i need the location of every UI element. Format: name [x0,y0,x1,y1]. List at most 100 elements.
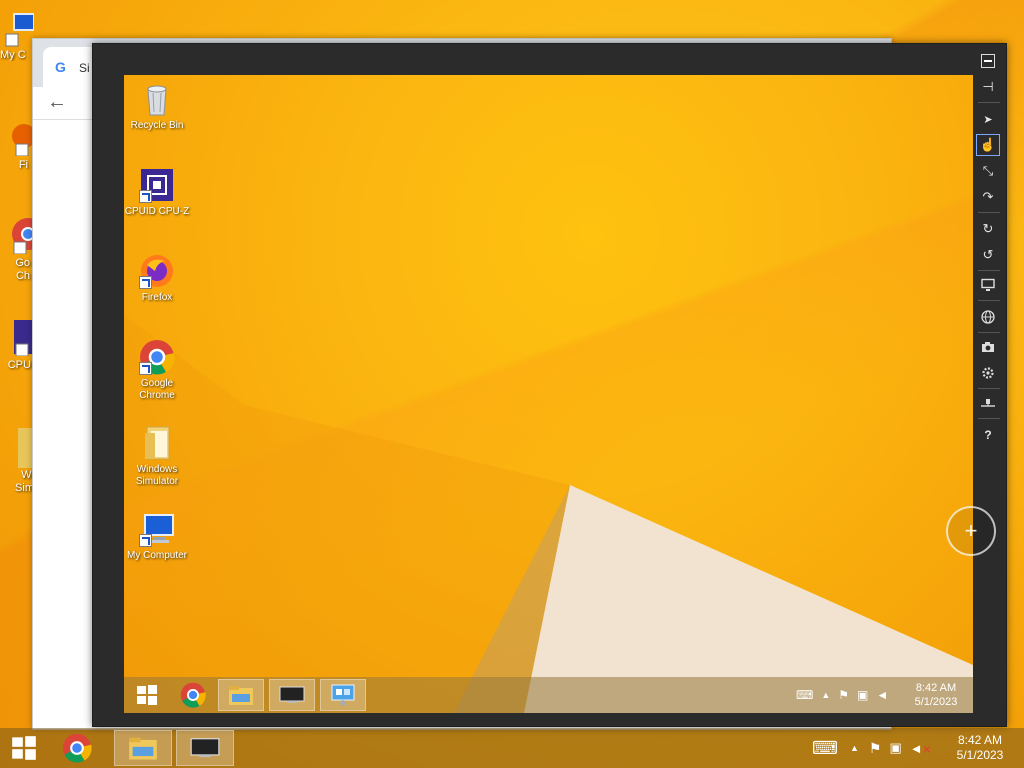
pinch-icon: ⤡ [982,163,994,178]
simulator-window: Recycle Bin CPUID CPU-Z Firefox Google C… [92,43,1007,727]
desktop-icon-chrome[interactable]: Google Chrome [124,339,190,402]
zoom-control-button[interactable]: + [946,506,996,556]
plus-icon: + [964,518,978,543]
host-icon-firefox[interactable]: Fi [0,122,34,171]
screenshot-tool[interactable] [976,336,1000,358]
desktop-icon-firefox[interactable]: Firefox [124,253,190,304]
rotate-counterclockwise-icon: ↺ [982,247,994,262]
desktop-icon-label: Windows Simulator [135,464,179,487]
folder-icon [139,425,175,461]
touch-mode-tool[interactable]: ☝ [976,134,1000,156]
desktop-icon-recycle-bin[interactable]: Recycle Bin [124,81,190,132]
keyboard-icon[interactable]: ⌨ [812,738,838,759]
help-tool[interactable]: ? [976,424,1000,446]
host-taskbar-chrome-button[interactable] [50,730,104,766]
desktop-icon-label: Recycle Bin [130,120,184,131]
mouse-mode-tool[interactable]: ➤ [976,108,1000,130]
gear-icon [982,367,994,379]
simulator-taskbar: ⌨ ▲ ⚑ ▣ ◄ 8:42 AM 5/1/2023 [124,677,973,713]
recycle-bin-icon [139,81,175,117]
host-icon-label: Fi [18,159,28,171]
simulator-clock[interactable]: 8:42 AM 5/1/2023 [910,681,962,709]
pin-icon: ⊣ [982,79,994,94]
host-icon-windows-simulator[interactable]: Wi Sim [0,424,34,495]
host-taskbar-file-explorer-button[interactable] [114,730,172,766]
file-explorer-icon [229,686,253,705]
start-button[interactable] [124,679,170,711]
minimize-icon [981,54,995,68]
taskbar-file-explorer-button[interactable] [218,679,264,711]
chrome-icon [62,733,92,763]
file-explorer-icon [129,737,157,760]
rotate-tool[interactable]: ↷ [976,186,1000,208]
pin-tool[interactable]: ⊣ [976,76,1000,98]
cpuz-icon [14,320,34,357]
network-tool[interactable] [976,392,1000,414]
firefox-icon [139,253,175,289]
chrome-tab-title: Si [79,61,90,75]
desktop-icon-label: Firefox [141,292,173,303]
windows-logo-icon [137,685,157,705]
firefox-icon [12,124,34,157]
flag-icon[interactable]: ⚑ [869,740,882,757]
network-icon [981,399,995,407]
desktop-icon-label: My Computer [126,550,187,561]
remote-desktop-icon [331,684,355,706]
flag-icon[interactable]: ⚑ [838,688,849,702]
keyboard-icon[interactable]: ⌨ [796,688,813,702]
computer-icon [5,13,34,47]
desktop-icon-cpuz[interactable]: CPUID CPU-Z [124,167,190,218]
simulator-system-tray: ⌨ ▲ ⚑ ▣ ◄ [792,677,892,713]
rotate-counterclockwise-tool[interactable]: ↺ [976,244,1000,266]
settings-tool[interactable] [976,362,1000,384]
host-clock[interactable]: 8:42 AM 5/1/2023 [950,733,1010,763]
chrome-icon [180,682,206,708]
rotate-gesture-icon: ↷ [982,189,994,204]
host-icon-label: Go Ch [15,257,30,282]
cursor-arrow-icon: ➤ [983,113,993,126]
computer-icon [139,511,175,547]
chevron-up-icon[interactable]: ▲ [821,690,830,700]
taskbar-simulator-button[interactable] [269,679,315,711]
minimize-tool[interactable] [976,50,1000,72]
network-icon[interactable]: ▣ [857,688,868,702]
monitor-icon [981,278,995,291]
network-icon[interactable]: ▣ [889,740,901,756]
folder-icon [18,428,34,468]
hand-pointer-icon: ☝ [979,137,997,152]
taskbar-chrome-button[interactable] [170,679,216,711]
chevron-up-icon[interactable]: ▲ [850,743,859,753]
monitor-icon [190,738,220,758]
chrome-icon [139,339,175,375]
volume-muted-icon[interactable]: ◄✕ [910,741,931,756]
host-time: 8:42 AM [957,733,1003,747]
host-start-button[interactable] [0,730,48,766]
google-icon: G [55,59,66,75]
change-resolution-tool[interactable] [976,274,1000,296]
back-arrow-icon[interactable]: ← [47,91,67,114]
host-icon-label: CPUI [7,359,34,371]
wallpaper-shapes [124,315,973,713]
help-icon: ? [984,428,992,442]
chrome-icon [12,218,34,255]
taskbar-remote-desktop-button[interactable] [320,679,366,711]
desktop-icon-windows-simulator[interactable]: Windows Simulator [124,425,190,488]
monitor-icon [279,686,305,703]
host-icon-my-computer[interactable]: My C [0,12,34,61]
rotate-clockwise-icon: ↻ [982,221,994,236]
host-taskbar-simulator-button[interactable] [176,730,234,766]
host-date: 5/1/2023 [956,748,1004,762]
host-system-tray: ⌨ ▲ ⚑ ▣ ◄✕ [806,728,935,768]
host-icon-chrome[interactable]: Go Ch [0,216,34,283]
pinch-zoom-tool[interactable]: ⤡ [976,160,1000,182]
host-icon-cpuz[interactable]: CPUI [0,318,34,371]
rotate-clockwise-tool[interactable]: ↻ [976,218,1000,240]
host-icon-label: Wi Sim [15,469,34,494]
simulator-screen[interactable]: Recycle Bin CPUID CPU-Z Firefox Google C… [124,75,973,713]
cpuz-icon [139,167,175,203]
camera-icon [982,342,994,352]
set-location-tool[interactable] [976,306,1000,328]
simulator-date: 5/1/2023 [914,696,958,708]
desktop-icon-my-computer[interactable]: My Computer [124,511,190,562]
volume-icon[interactable]: ◄ [876,688,888,702]
